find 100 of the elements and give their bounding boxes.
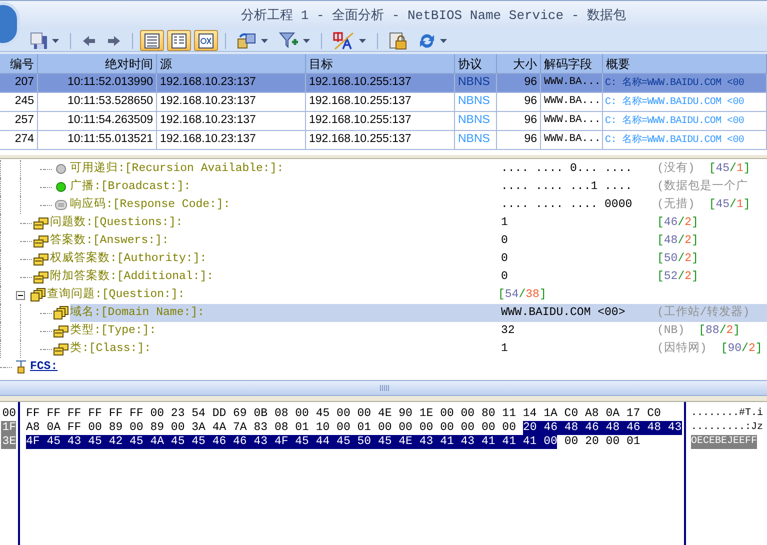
table-cell: NBNS (455, 93, 497, 111)
table-cell: 207 (0, 74, 38, 92)
field-meaning: (数据包是一个广 (657, 178, 748, 196)
table-cell: NBNS (455, 112, 497, 130)
field-value: 0 (501, 252, 508, 266)
table-cell: 96 (497, 93, 541, 111)
tree-list-icon (171, 32, 187, 48)
ascii-text: ........#T.i (691, 407, 764, 421)
table-cell: 192.168.10.23:137 (157, 74, 306, 92)
column-header[interactable]: 概要 (603, 54, 767, 73)
table-cell: 192.168.10.255:137 (306, 112, 455, 130)
hex-icon (198, 32, 214, 48)
hex-bytes: 4F 45 43 45 42 45 4A 45 45 46 46 43 4F 45 44 45 50 45 4E 43 41 43 41 41 41 00 (26, 435, 558, 449)
field-icon (33, 234, 49, 248)
field-meaning: (NB) (657, 323, 685, 340)
table-cell: WWW.BA... (541, 112, 603, 130)
table-cell: 10:11:52.013990 (38, 74, 157, 92)
tree-node-label[interactable]: 查询问题:[Question:]: (47, 286, 185, 304)
field-value: 0 (501, 234, 508, 248)
list-icon (144, 32, 160, 48)
table-cell: 10:11:54.263509 (38, 112, 157, 130)
offset-reference: [90/2] (720, 341, 762, 358)
tree-node-label[interactable]: 类:[Class:]: (70, 340, 152, 358)
column-header[interactable]: 目标 (306, 54, 455, 73)
table-row[interactable]: 274 10:11:55.013521 192.168.10.23:137 192.168.10.255:137 NBNS 96 WWW.BA... C: 名称=WWW.BAIDU.COM <00 (0, 131, 767, 150)
offset-reference: [48/2] (657, 233, 698, 250)
save-icon (30, 32, 48, 50)
column-header[interactable]: 源 (157, 54, 306, 73)
field-meaning: (没有) (657, 160, 695, 178)
tree-node-label[interactable]: 附加答案数:[Additional:]: (50, 268, 214, 286)
tree-node-label[interactable]: 权威答案数:[Authority:]: (50, 250, 207, 268)
column-header[interactable]: 大小 (497, 54, 541, 73)
field-icon (53, 342, 69, 356)
swap-icon (237, 32, 257, 50)
offset-reference: [50/2] (657, 251, 698, 268)
column-header[interactable]: 解码字段 (541, 54, 603, 73)
tree-node-icon (15, 360, 27, 374)
table-cell: 192.168.10.255:137 (306, 93, 455, 111)
offset-reference: [54/38] (498, 288, 546, 302)
toolbar-button[interactable] (167, 30, 191, 51)
tree-node-label[interactable]: 广播:[Broadcast:]: (70, 178, 191, 196)
field-icon (55, 200, 67, 210)
right-arrow-icon (107, 34, 121, 48)
column-header[interactable]: 编号 (0, 54, 38, 73)
offset-label: 1F (1, 421, 16, 435)
tree-node-label[interactable]: 答案数:[Answers:]: (50, 232, 169, 250)
tree-node-label[interactable]: 问题数:[Questions:]: (50, 214, 183, 232)
offset-reference: [52/2] (657, 269, 698, 286)
field-value: .... .... .... 0000 (501, 198, 632, 212)
offset-label: 3E (1, 435, 16, 449)
offset-reference: [45/1] (708, 197, 750, 214)
table-cell: 10:11:55.013521 (38, 131, 157, 149)
offset-label: 00 (1, 407, 16, 421)
table-cell: WWW.BA... (541, 93, 603, 111)
table-row[interactable]: 245 10:11:53.528650 192.168.10.23:137 192.168.10.255:137 NBNS 96 WWW.BA... C: 名称=WWW.BAIDU.COM <00 (0, 93, 767, 112)
hex-bytes: FF FF FF FF FF FF 00 23 54 DD 69 0B 08 00 45 00 00 4E 90 1E 00 00 80 11 14 1A C0 A8 0A 17 C0 (26, 407, 661, 421)
hex-bytes: 20 46 48 46 48 46 48 43 (522, 421, 682, 435)
ascii-text: .........:Jz (691, 421, 764, 435)
field-meaning: (无措) (657, 196, 695, 214)
field-group-icon (53, 306, 69, 320)
hex-bytes: 00 20 00 01 (564, 435, 640, 449)
tree-row-highlight[interactable]: 域名:[Domain Name:]: WWW.BAIDU.COM <00> (工作站/转发器) (70, 304, 767, 322)
table-cell: 192.168.10.23:137 (157, 93, 306, 111)
table-row[interactable]: 257 10:11:54.263509 192.168.10.23:137 192.168.10.255:137 NBNS 96 WWW.BA... C: 名称=WWW.BAIDU.COM <00 (0, 112, 767, 131)
hex-bytes: A8 0A FF 00 89 00 89 00 3A 4A 7A 83 08 01 10 00 01 00 00 00 00 00 00 00 (26, 421, 516, 435)
offset-reference: [88/2] (698, 323, 740, 340)
table-cell: 96 (497, 131, 541, 149)
field-value: 1 (501, 216, 508, 230)
field-value: 1 (501, 342, 508, 356)
table-cell: 96 (497, 112, 541, 130)
tree-node-label[interactable]: 响应码:[Response Code:]: (70, 196, 230, 214)
field-icon (53, 324, 69, 338)
translate-icon (333, 32, 355, 50)
table-cell: 245 (0, 93, 38, 111)
tree-node-label[interactable]: 类型:[Type:]: (70, 322, 156, 340)
tree-node-link[interactable]: FCS: (30, 358, 58, 376)
field-icon (33, 252, 49, 266)
table-cell: 96 (497, 74, 541, 92)
table-cell: 192.168.10.23:137 (157, 131, 306, 149)
table-cell: WWW.BA... (541, 74, 603, 92)
column-header[interactable]: 绝对时间 (38, 54, 157, 73)
window-title: 分析工程 1 - 全面分析 - NetBIOS Name Service - 数据包 (241, 6, 626, 25)
tree-node-label[interactable]: 可用递归:[Recursion Available:]: (70, 160, 284, 178)
refresh-icon (418, 32, 436, 50)
table-cell: NBNS (455, 74, 497, 92)
table-row[interactable]: 207 10:11:52.013990 192.168.10.23:137 192.168.10.255:137 NBNS 96 WWW.BA... C: 名称=WWW.BAIDU.COM <00 (0, 74, 767, 93)
field-value: .... .... ...1 .... (501, 180, 632, 194)
field-group-icon (30, 288, 46, 302)
field-meaning: (因特网) (657, 340, 707, 358)
collapse-toggle[interactable] (16, 290, 25, 300)
lock-icon (389, 32, 407, 50)
grip-icon (380, 385, 389, 391)
ascii-text: OECEBEJEEFF (691, 435, 758, 449)
toolbar-button[interactable] (140, 30, 164, 51)
table-cell: 257 (0, 112, 38, 130)
offset-reference: [46/2] (657, 215, 698, 232)
table-cell: C: 名称=WWW.BAIDU.COM <00 (603, 131, 767, 149)
column-header[interactable]: 协议 (455, 54, 497, 73)
field-icon (33, 216, 49, 230)
toolbar-button[interactable] (194, 30, 218, 51)
